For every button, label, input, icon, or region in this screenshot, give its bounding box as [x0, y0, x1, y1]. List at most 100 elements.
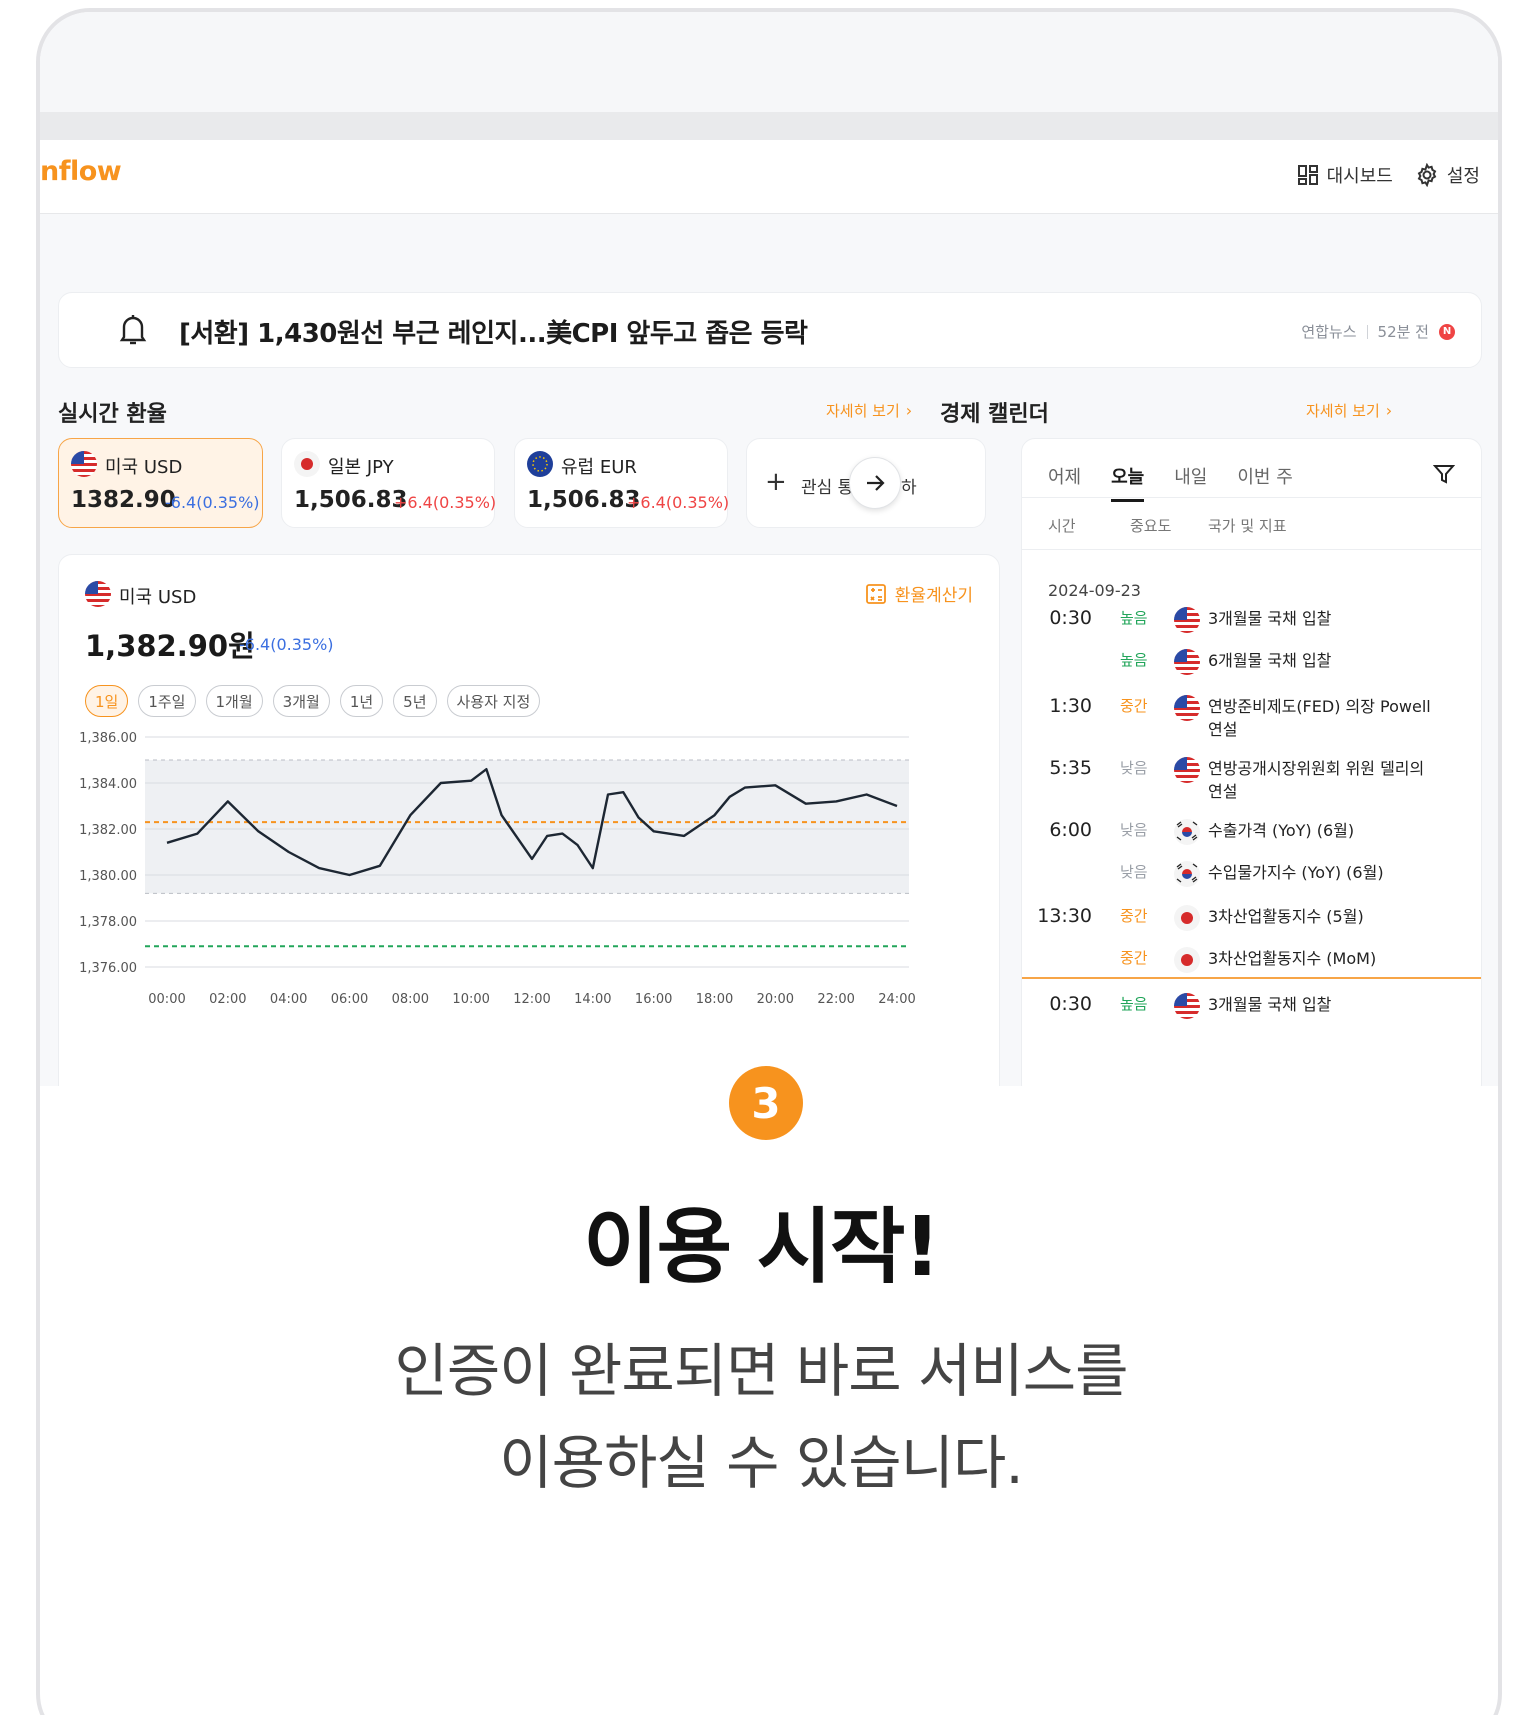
event-row[interactable]: 13:30 중간 3차산업활동지수 (5월) — [1022, 905, 1481, 945]
jp-flag-icon — [1174, 905, 1200, 931]
x-tick-label: 00:00 — [148, 992, 185, 1007]
event-row[interactable]: 0:30 높음 3개월물 국채 입찰 — [1022, 993, 1481, 1033]
x-tick-label: 10:00 — [452, 992, 489, 1007]
event-row[interactable]: 5:35 낮음 연방공개시장위원회 위원 델리의 연설 — [1022, 757, 1481, 801]
us-flag-icon — [71, 451, 97, 477]
economic-calendar: 어제 오늘 내일 이번 주 시간 중요도 국가 및 지표 2024-09-23 0:3… — [1021, 438, 1482, 1086]
period-1[interactable]: 1주일 — [138, 685, 196, 717]
news-source: 연합뉴스 — [1301, 323, 1357, 341]
event-time: 5:35 — [1049, 757, 1092, 779]
rate-detail-card: 미국 USD 환율계산기 1,382.90원 -6.4(0.35%) 1일 1주일… — [58, 554, 1000, 1086]
event-importance: 높음 — [1120, 995, 1148, 1013]
x-tick-label: 24:00 — [878, 992, 915, 1007]
y-tick-label: 1,384.00 — [79, 777, 137, 792]
us-flag-icon — [1174, 649, 1200, 675]
event-indicator: 3개월물 국채 입찰 — [1208, 995, 1332, 1014]
period-4[interactable]: 1년 — [339, 685, 384, 717]
rate-card-change: +6.4(0.35%) — [394, 493, 497, 512]
y-tick-label: 1,378.00 — [79, 915, 137, 930]
period-6[interactable]: 사용자 지정 — [446, 685, 541, 717]
event-time: 1:30 — [1049, 695, 1092, 717]
event-indicator: 수입물가지수 (YoY) (6월) — [1208, 863, 1384, 882]
add-favorite-card[interactable]: + 관심 통 하 — [746, 438, 986, 528]
rates-more-label: 자세히 보기 — [826, 402, 900, 420]
event-importance: 높음 — [1120, 651, 1148, 669]
x-tick-label: 22:00 — [817, 992, 854, 1007]
filter-icon[interactable] — [1433, 463, 1455, 485]
event-importance: 낮음 — [1120, 759, 1148, 777]
event-indicator: 3개월물 국채 입찰 — [1208, 609, 1332, 628]
event-row[interactable]: 1:30 중간 연방준비제도(FED) 의장 Powell 연설 — [1022, 695, 1481, 739]
y-tick-label: 1,376.00 — [79, 961, 137, 976]
rate-card-usd[interactable]: 미국 USD 1382.90 -6.4(0.35%) — [58, 438, 263, 528]
description-line-2: 이용하실 수 있습니다. — [499, 1429, 1024, 1497]
event-time: 0:30 — [1049, 993, 1092, 1015]
event-row[interactable]: 높음 6개월물 국채 입찰 — [1022, 649, 1481, 689]
calculator-button[interactable]: 환율계산기 — [865, 581, 973, 606]
chevron-right-icon: › — [1385, 401, 1393, 420]
rate-card-change: -6.4(0.35%) — [165, 493, 260, 512]
rate-card-value: 1,506.83 — [527, 487, 641, 513]
period-3[interactable]: 3개월 — [272, 685, 330, 717]
event-importance: 높음 — [1120, 609, 1148, 627]
event-time: 6:00 — [1049, 819, 1092, 841]
us-flag-icon — [1174, 695, 1200, 721]
event-indicator: 3차산업활동지수 (MoM) — [1208, 949, 1377, 968]
us-flag-icon — [1174, 993, 1200, 1019]
status-area — [40, 12, 1498, 112]
x-tick-label: 20:00 — [757, 992, 794, 1007]
add-favorite-label: 관심 통 — [801, 478, 854, 498]
calculator-label: 환율계산기 — [894, 586, 973, 606]
rates-more-link[interactable]: 자세히 보기 › — [826, 400, 912, 421]
period-0[interactable]: 1일 — [85, 685, 129, 717]
col-time[interactable]: 시간 — [1048, 515, 1076, 536]
nav-settings[interactable]: 설정 — [1415, 162, 1480, 188]
nav-actions: 대시보드 설정 — [1297, 162, 1480, 188]
calendar-date: 2024-09-23 — [1048, 581, 1141, 600]
rate-card-jpy[interactable]: 일본 JPY 1,506.83 +6.4(0.35%) — [281, 438, 497, 528]
event-row[interactable]: 0:30 높음 3개월물 국채 입찰 — [1022, 607, 1481, 647]
col-importance[interactable]: 중요도 — [1130, 515, 1171, 536]
event-importance: 낮음 — [1120, 863, 1148, 881]
meta-divider — [1366, 324, 1368, 339]
x-tick-label: 16:00 — [635, 992, 672, 1007]
period-2[interactable]: 1개월 — [205, 685, 263, 717]
y-tick-label: 1,380.00 — [79, 869, 137, 884]
range-band — [145, 760, 909, 894]
x-tick-label: 06:00 — [331, 992, 368, 1007]
event-row[interactable]: 6:00 낮음 수출가격 (YoY) (6월) — [1022, 819, 1481, 859]
calendar-more-label: 자세히 보기 — [1306, 402, 1380, 420]
event-indicator: 연방준비제도(FED) 의장 Powell 연설 — [1208, 697, 1431, 739]
jp-flag-icon — [1174, 947, 1200, 973]
event-row[interactable]: 중간 3차산업활동지수 (MoM) — [1022, 947, 1481, 987]
news-ticker[interactable]: [서환] 1,430원선 부근 레인지...美CPI 앞두고 좁은 등락 연합뉴… — [58, 292, 1482, 368]
scroll-next-button[interactable] — [849, 457, 901, 509]
nav-settings-label: 설정 — [1446, 166, 1480, 187]
new-badge: N — [1439, 323, 1455, 340]
add-favorite-label-tail: 하 — [901, 478, 917, 498]
x-tick-label: 14:00 — [574, 992, 611, 1007]
jp-flag-icon — [294, 451, 320, 477]
col-indicator[interactable]: 국가 및 지표 — [1208, 515, 1287, 536]
news-time: 52분 전 — [1377, 323, 1429, 341]
event-time: 13:30 — [1037, 905, 1092, 927]
x-tick-label: 04:00 — [270, 992, 307, 1007]
news-headline[interactable]: [서환] 1,430원선 부근 레인지...美CPI 앞두고 좁은 등락 — [179, 313, 808, 350]
arrow-right-icon — [867, 475, 885, 491]
period-5[interactable]: 5년 — [393, 685, 437, 717]
nav-dashboard[interactable]: 대시보드 — [1297, 162, 1393, 188]
event-time: 0:30 — [1049, 607, 1092, 629]
app-logo[interactable]: nflow — [40, 156, 122, 187]
x-tick-label: 18:00 — [696, 992, 733, 1007]
rate-card-eur[interactable]: 유럽 EUR 1,506.83 +6.4(0.35%) — [514, 438, 729, 528]
app-screenshot: nflow 대시보드 설정 [서환] 1,430원선 부근 레인지...美CPI… — [40, 140, 1498, 1086]
event-row[interactable]: 낮음 수입물가지수 (YoY) (6월) — [1022, 861, 1481, 901]
event-indicator: 3차산업활동지수 (5월) — [1208, 907, 1364, 926]
rate-card-name: 미국 USD — [105, 457, 183, 478]
news-meta: 연합뉴스 52분 전 N — [1301, 321, 1455, 342]
period-selector: 1일 1주일 1개월 3개월 1년 5년 사용자 지정 — [85, 685, 541, 717]
rate-card-name: 유럽 EUR — [561, 457, 637, 478]
event-importance: 중간 — [1120, 949, 1148, 967]
calendar-more-link[interactable]: 자세히 보기 › — [1306, 400, 1392, 421]
navbar: nflow 대시보드 설정 — [40, 140, 1498, 214]
